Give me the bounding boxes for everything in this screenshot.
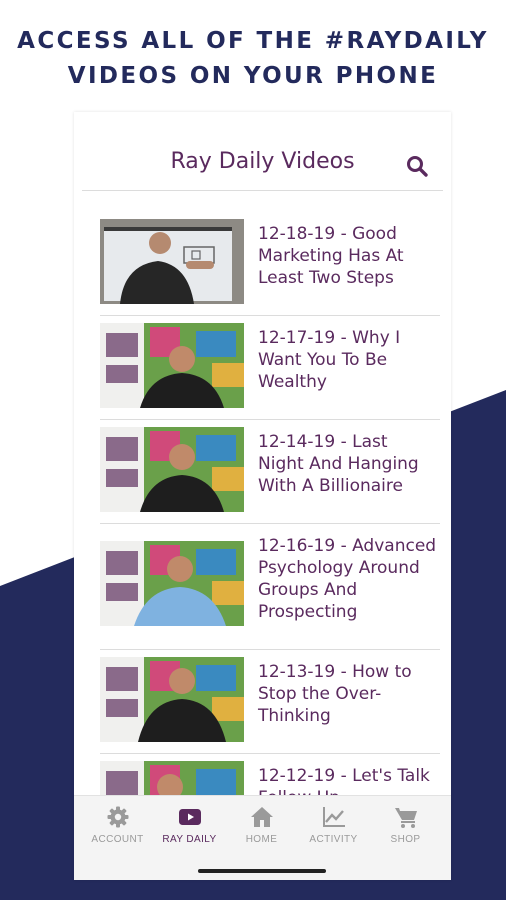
tab-shop[interactable]: SHOP: [368, 796, 443, 858]
tab-ray-daily[interactable]: RAY DAILY: [152, 796, 227, 858]
video-title[interactable]: 12-14-19 - Last Night And Hanging With A…: [258, 431, 438, 497]
video-title[interactable]: 12-12-19 - Let's Talk Follow Up: [258, 765, 438, 798]
video-title[interactable]: 12-18-19 - Good Marketing Has At Least T…: [258, 223, 438, 289]
tab-label: ACCOUNT: [91, 834, 144, 845]
cart-icon: [395, 808, 417, 828]
bottom-tab-bar: ACCOUNT RAY DAILY HOME ACTIVITY SHOP: [74, 795, 451, 880]
video-row[interactable]: 12-17-19 - Why I Want You To Be Wealthy: [100, 323, 440, 420]
video-row[interactable]: 12-12-19 - Let's Talk Follow Up: [100, 761, 440, 798]
search-icon[interactable]: [405, 154, 429, 178]
video-thumbnail[interactable]: [100, 427, 244, 512]
video-icon: [179, 809, 201, 825]
video-title[interactable]: 12-16-19 - Advanced Psychology Around Gr…: [258, 535, 438, 623]
video-thumbnail[interactable]: [100, 657, 244, 742]
tab-label: RAY DAILY: [162, 834, 217, 845]
tab-home[interactable]: HOME: [224, 796, 299, 858]
gear-icon: [107, 806, 129, 828]
home-icon: [251, 807, 273, 827]
video-row[interactable]: 12-18-19 - Good Marketing Has At Least T…: [100, 219, 440, 316]
home-indicator-bar: [198, 869, 326, 873]
video-title[interactable]: 12-13-19 - How to Stop the Over-Thinking: [258, 661, 438, 727]
headline-line-2: VIDEOS ON YOUR PHONE: [67, 63, 439, 89]
headline-line-1: ACCESS ALL OF THE #RAYDAILY: [17, 28, 489, 54]
video-thumbnail[interactable]: [100, 761, 244, 798]
video-title[interactable]: 12-17-19 - Why I Want You To Be Wealthy: [258, 327, 438, 393]
tab-label: HOME: [245, 834, 278, 845]
tab-account[interactable]: ACCOUNT: [80, 796, 155, 858]
video-row[interactable]: 12-16-19 - Advanced Psychology Around Gr…: [100, 531, 440, 650]
chart-icon: [323, 807, 345, 827]
video-row[interactable]: 12-14-19 - Last Night And Hanging With A…: [100, 427, 440, 524]
app-header: Ray Daily Videos: [82, 144, 443, 191]
tab-activity[interactable]: ACTIVITY: [296, 796, 371, 858]
video-list[interactable]: 12-18-19 - Good Marketing Has At Least T…: [100, 212, 440, 798]
video-row[interactable]: 12-13-19 - How to Stop the Over-Thinking: [100, 657, 440, 754]
tab-label: ACTIVITY: [309, 834, 358, 845]
app-title: Ray Daily Videos: [170, 149, 355, 174]
headline: ACCESS ALL OF THE #RAYDAILY VIDEOS ON YO…: [0, 24, 506, 94]
video-thumbnail[interactable]: [100, 541, 244, 626]
phone-screen: Ray Daily Videos 12-18-19 - Good Marketi…: [74, 112, 451, 880]
tab-label: SHOP: [390, 834, 421, 845]
video-thumbnail[interactable]: [100, 323, 244, 408]
video-thumbnail[interactable]: [100, 219, 244, 304]
